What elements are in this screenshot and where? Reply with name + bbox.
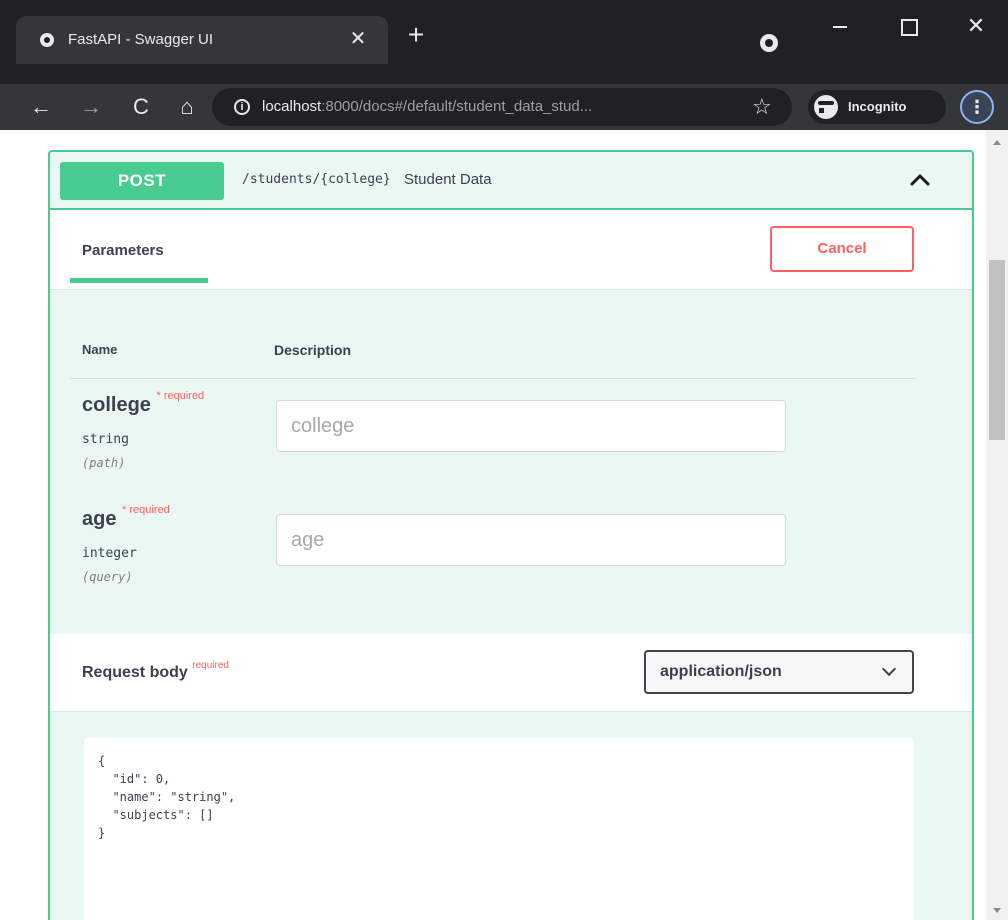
- operation-summary-text: Student Data: [404, 171, 492, 188]
- new-tab-button[interactable]: +: [402, 21, 430, 50]
- request-body-required: required: [192, 660, 229, 671]
- forward-arrow-icon[interactable]: →: [76, 92, 106, 122]
- content-type-value: application/json: [660, 663, 782, 680]
- scroll-down-icon[interactable]: [993, 908, 1001, 913]
- browser-tab[interactable]: FastAPI - Swagger UI ✕: [16, 16, 388, 64]
- request-body-editor[interactable]: { "id": 0, "name": "string", "subjects":…: [84, 738, 914, 920]
- cancel-button[interactable]: Cancel: [770, 226, 914, 272]
- request-body-title: Request body required: [82, 660, 229, 682]
- request-body-header: Request body required application/json: [50, 634, 972, 712]
- column-header-name: Name: [82, 342, 118, 357]
- minimize-button[interactable]: [820, 12, 860, 42]
- param-name-college: college * required: [82, 390, 204, 417]
- method-badge: POST: [60, 162, 224, 200]
- chevron-down-icon: [881, 661, 897, 677]
- operation-block: POST /students/{college} Student Data Pa…: [48, 150, 974, 920]
- browser-tab-bar: FastAPI - Swagger UI ✕ + ✕: [0, 0, 1008, 84]
- tab-parameters[interactable]: Parameters: [82, 242, 164, 259]
- address-bar[interactable]: i localhost:8000/docs#/default/student_d…: [212, 88, 792, 126]
- maximize-button[interactable]: [888, 12, 928, 42]
- fastapi-favicon-icon: [40, 33, 54, 47]
- param-type-college: string: [82, 432, 129, 447]
- profile-icon[interactable]: [760, 34, 778, 52]
- site-info-icon[interactable]: i: [234, 99, 250, 115]
- operation-path: /students/{college}: [242, 172, 391, 187]
- url-path: :8000/docs#/default/student_data_stud...: [321, 98, 593, 115]
- url-text[interactable]: localhost:8000/docs#/default/student_dat…: [262, 98, 592, 115]
- url-host: localhost: [262, 98, 322, 115]
- page-viewport: POST /students/{college} Student Data Pa…: [0, 130, 1008, 920]
- table-divider: [70, 378, 916, 379]
- page-scrollbar[interactable]: [986, 130, 1008, 920]
- incognito-icon: [814, 95, 843, 119]
- request-body-json[interactable]: { "id": 0, "name": "string", "subjects":…: [98, 752, 235, 842]
- param-location-college: (path): [82, 456, 126, 470]
- required-marker: * required: [156, 390, 205, 402]
- content-type-select[interactable]: application/json: [644, 650, 914, 694]
- reload-icon[interactable]: C: [126, 92, 156, 122]
- param-name-age: age * required: [82, 504, 170, 531]
- request-body-title-text: Request body: [82, 664, 188, 681]
- param-location-age: (query): [82, 570, 133, 584]
- incognito-label: Incognito: [848, 99, 907, 114]
- tab-close-icon[interactable]: ✕: [346, 27, 370, 51]
- incognito-badge[interactable]: Incognito: [808, 90, 946, 124]
- tab-title: FastAPI - Swagger UI: [68, 31, 214, 48]
- tab-active-indicator: [70, 278, 208, 283]
- chevron-up-icon[interactable]: [906, 168, 934, 192]
- column-header-description: Description: [274, 342, 352, 358]
- bookmark-star-icon[interactable]: ☆: [752, 94, 772, 120]
- college-input[interactable]: [276, 400, 786, 452]
- operation-summary[interactable]: POST /students/{college} Student Data: [50, 152, 972, 210]
- close-window-button[interactable]: ✕: [956, 12, 996, 42]
- age-input[interactable]: [276, 514, 786, 566]
- back-arrow-icon[interactable]: ←: [26, 92, 56, 122]
- browser-toolbar: ← → C ⌂ i localhost:8000/docs#/default/s…: [0, 84, 1008, 130]
- scrollbar-thumb[interactable]: [989, 260, 1005, 440]
- scroll-up-icon[interactable]: [993, 140, 1001, 145]
- param-name-text: age: [82, 508, 117, 530]
- home-icon[interactable]: ⌂: [172, 92, 202, 122]
- param-name-text: college: [82, 394, 151, 416]
- param-type-age: integer: [82, 546, 137, 561]
- browser-menu-icon[interactable]: ⋮: [960, 90, 994, 124]
- parameters-header: Parameters Cancel: [50, 210, 972, 290]
- required-marker: * required: [122, 504, 170, 516]
